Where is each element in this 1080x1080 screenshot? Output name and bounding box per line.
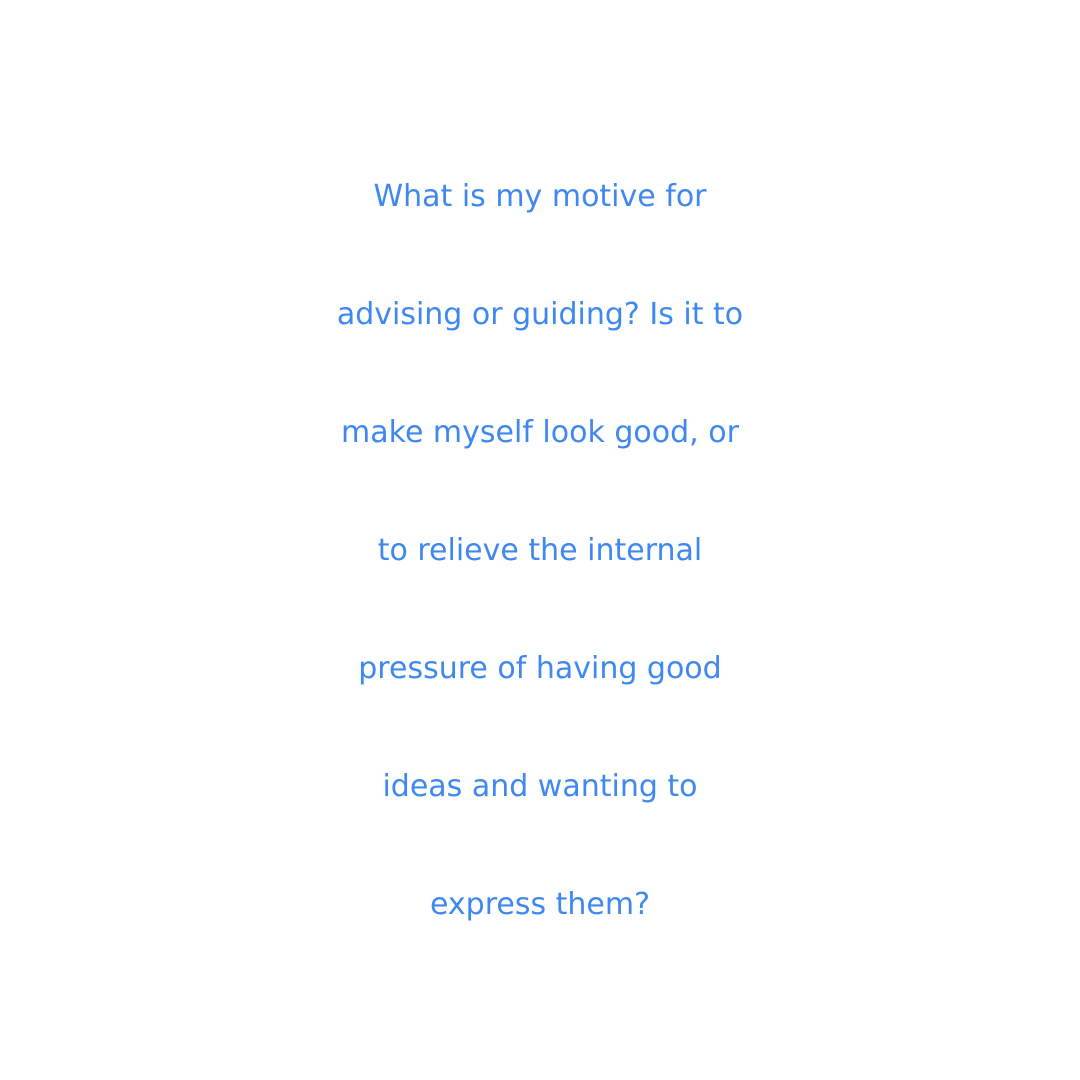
- quote-line: to relieve the internal: [377, 533, 703, 568]
- quote-card: What is my motive for advising or guidin…: [0, 0, 1080, 1080]
- quote-line: ideas and wanting to: [382, 769, 698, 804]
- quote-line: express them?: [429, 887, 651, 922]
- quote-line: advising or guiding? Is it to: [336, 297, 744, 332]
- quote-line: make myself look good, or: [341, 415, 739, 450]
- quote-line: pressure of having good: [358, 651, 722, 686]
- quote-text: What is my motive for advising or guidin…: [0, 138, 1080, 964]
- quote-line: What is my motive for: [373, 179, 707, 214]
